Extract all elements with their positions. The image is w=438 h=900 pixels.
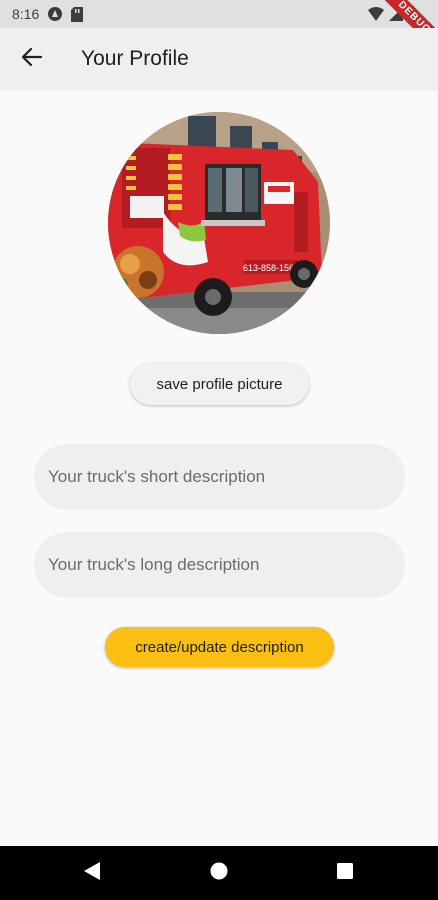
home-circle-icon xyxy=(210,862,228,885)
app-bar: Your Profile xyxy=(0,28,438,90)
arrow-left-icon xyxy=(21,47,43,71)
back-button[interactable] xyxy=(12,39,52,79)
system-navigation-bar xyxy=(0,846,438,900)
recents-square-icon xyxy=(337,862,353,884)
short-description-input[interactable] xyxy=(34,444,405,510)
storage-icon xyxy=(71,6,84,22)
back-triangle-icon xyxy=(84,861,100,885)
profile-picture[interactable]: 613-858-1567 xyxy=(108,112,330,334)
status-time: 8:16 xyxy=(12,6,40,22)
nav-home-button[interactable] xyxy=(189,846,249,900)
long-description-input[interactable] xyxy=(34,532,405,598)
nav-recents-button[interactable] xyxy=(315,846,375,900)
wifi-icon xyxy=(368,6,384,26)
save-profile-picture-button[interactable]: save profile picture xyxy=(130,363,309,405)
page-title: Your Profile xyxy=(81,47,189,70)
food-truck-image: 613-858-1567 xyxy=(108,112,330,334)
app-notification-icon xyxy=(47,6,63,22)
status-bar: 8:16 DEBUG xyxy=(0,0,438,60)
create-update-description-button[interactable]: create/update description xyxy=(105,627,334,667)
nav-back-button[interactable] xyxy=(62,846,122,900)
